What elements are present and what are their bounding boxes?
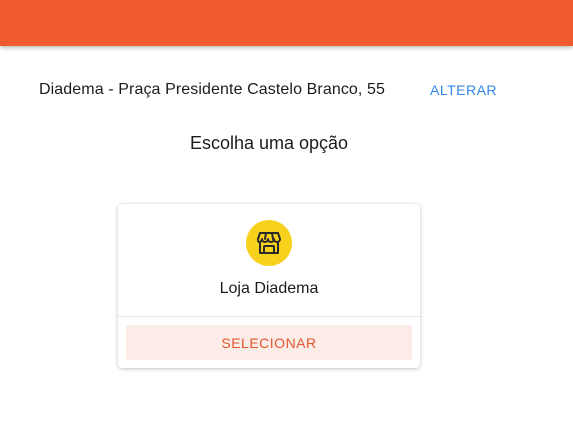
location-row: Diadema - Praça Presidente Castelo Branc…	[39, 79, 385, 101]
store-card: Loja Diadema SELECIONAR	[118, 204, 420, 368]
store-address: Diadema - Praça Presidente Castelo Branc…	[39, 81, 386, 98]
page-title: Escolha uma opção	[189, 133, 349, 153]
card-divider	[118, 316, 420, 317]
select-store-button[interactable]: SELECIONAR	[126, 325, 412, 360]
top-app-bar	[0, 0, 573, 46]
change-location-button[interactable]: ALTERAR	[430, 82, 497, 98]
storefront-icon	[246, 220, 292, 266]
store-name: Loja Diadema	[219, 280, 319, 297]
